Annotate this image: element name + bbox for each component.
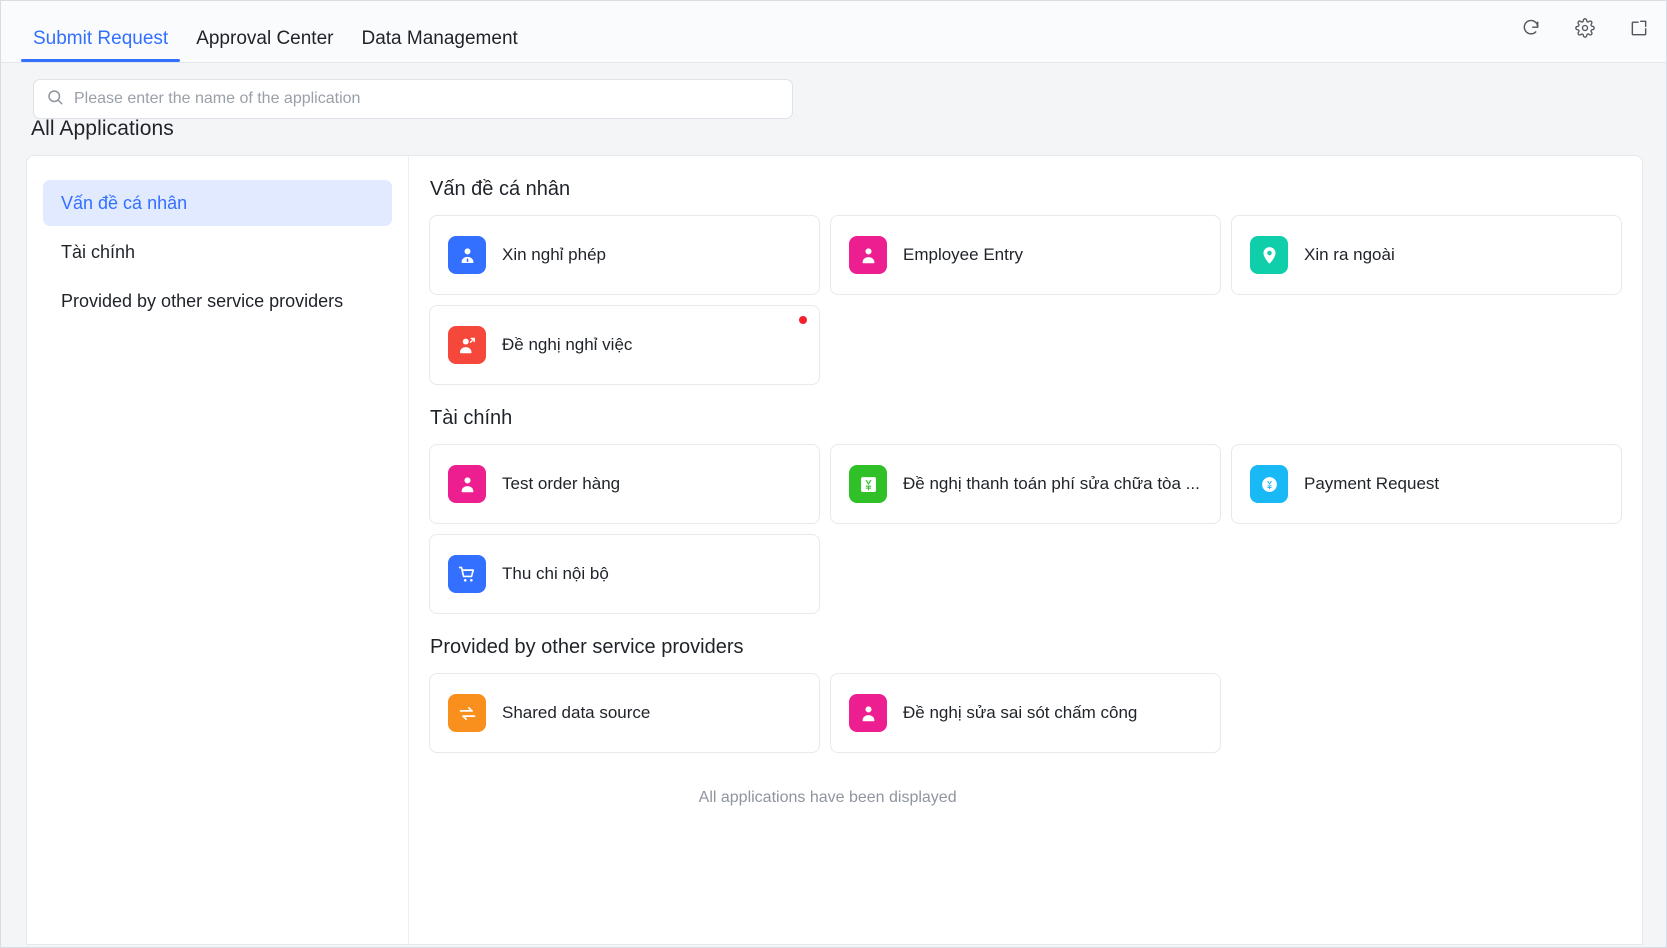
group-title: Provided by other service providers (430, 636, 744, 658)
group-title: Tài chính (430, 407, 513, 429)
exchange-arrows-icon (448, 694, 486, 732)
toolbar-actions (1520, 17, 1650, 39)
footer-note: All applications have been displayed (698, 789, 957, 806)
app-window: Submit Request Approval Center Data Manage… (0, 0, 1667, 948)
person-icon (849, 236, 887, 274)
application-card-label: Shared data source (502, 703, 651, 722)
application-card-label: Thu chi nội bộ (502, 564, 609, 583)
search-strip: All Applications (1, 63, 1666, 141)
application-groups: Vấn đề cá nhân Xin nghỉ phép Employee Entr… (409, 156, 1642, 944)
search-box[interactable] (33, 79, 793, 119)
application-card-label: Employee Entry (903, 245, 1023, 264)
application-card[interactable]: Test order hàng (429, 444, 820, 524)
sidebar-item-1[interactable]: Vấn đề cá nhân (43, 180, 392, 226)
location-pin-icon (1250, 236, 1288, 274)
currency-yen-circle-icon (1250, 465, 1288, 503)
application-card[interactable]: Đề nghị nghỉ việc (429, 305, 820, 385)
top-tab-bar: Submit Request Approval Center Data Manage… (1, 1, 1666, 63)
refresh-icon[interactable] (1520, 17, 1542, 39)
currency-yen-icon (849, 465, 887, 503)
application-group: Tài chính Test order hàng Đề nghị thanh to… (429, 407, 1622, 614)
sidebar-item-3[interactable]: Provided by other service providers (43, 278, 392, 324)
category-sidebar: Vấn đề cá nhân Tài chính Provided by other… (27, 156, 409, 944)
person-icon (448, 465, 486, 503)
tab-submit-request[interactable]: Submit Request (19, 29, 182, 62)
shopping-cart-icon (448, 555, 486, 593)
application-card[interactable]: Shared data source (429, 673, 820, 753)
application-card[interactable]: Đề nghị sửa sai sót chấm công (830, 673, 1221, 753)
application-card-label: Test order hàng (502, 474, 621, 493)
application-card-label: Payment Request (1304, 474, 1440, 493)
notification-badge-dot (799, 316, 807, 324)
application-card-label: Xin ra ngoài (1304, 245, 1395, 264)
sidebar-item-2[interactable]: Tài chính (43, 229, 392, 275)
application-card[interactable]: Đề nghị thanh toán phí sửa chữa tòa ... (830, 444, 1221, 524)
application-card-grid: Shared data source Đề nghị sửa sai sót ch… (429, 673, 1622, 753)
person-exit-icon (448, 326, 486, 364)
gear-icon[interactable] (1574, 17, 1596, 39)
group-title: Vấn đề cá nhân (430, 178, 571, 200)
person-icon (849, 694, 887, 732)
application-group: Vấn đề cá nhân Xin nghỉ phép Employee Entr… (429, 178, 1622, 385)
application-card-label: Xin nghỉ phép (502, 245, 606, 264)
tab-data-management[interactable]: Data Management (347, 29, 531, 62)
main-panel: Vấn đề cá nhân Tài chính Provided by other… (26, 155, 1643, 945)
application-card[interactable]: Payment Request (1231, 444, 1622, 524)
popout-window-icon[interactable] (1628, 17, 1650, 39)
application-card[interactable]: Thu chi nội bộ (429, 534, 820, 614)
application-card-grid: Xin nghỉ phép Employee Entry Xin ra ngoài Đ… (429, 215, 1622, 385)
application-group: Provided by other service providers Share… (429, 636, 1622, 753)
application-card-label: Đề nghị nghỉ việc (502, 335, 633, 354)
search-input[interactable] (74, 90, 780, 108)
search-icon (46, 88, 64, 111)
application-card[interactable]: Xin ra ngoài (1231, 215, 1622, 295)
application-card[interactable]: Employee Entry (830, 215, 1221, 295)
tab-list: Submit Request Approval Center Data Manage… (19, 29, 532, 62)
tab-approval-center[interactable]: Approval Center (182, 29, 347, 62)
application-card-label: Đề nghị thanh toán phí sửa chữa tòa ... (903, 474, 1200, 493)
person-badge-icon (448, 236, 486, 274)
page-title: All Applications (31, 117, 174, 140)
application-card-label: Đề nghị sửa sai sót chấm công (903, 703, 1138, 722)
application-card-grid: Test order hàng Đề nghị thanh toán phí sử… (429, 444, 1622, 614)
application-card[interactable]: Xin nghỉ phép (429, 215, 820, 295)
